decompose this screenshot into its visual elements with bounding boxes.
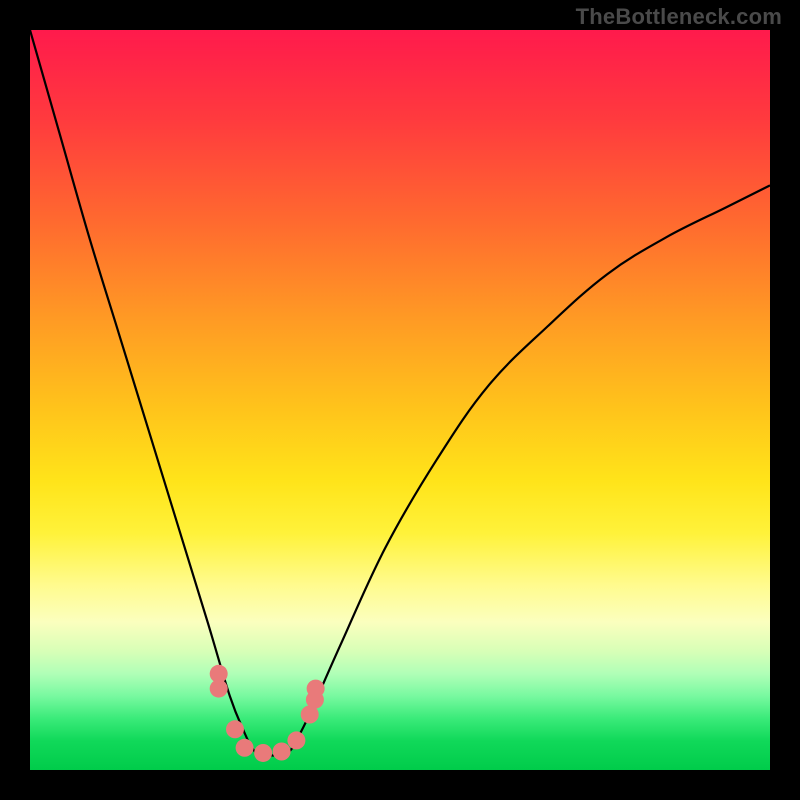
bottleneck-curve (30, 30, 770, 756)
curve-svg (30, 30, 770, 770)
data-dot (226, 720, 244, 738)
watermark-text: TheBottleneck.com (576, 4, 782, 30)
data-dot (210, 680, 228, 698)
chart-frame: TheBottleneck.com (0, 0, 800, 800)
data-dot (273, 743, 291, 761)
data-dot (307, 680, 325, 698)
data-dot (254, 744, 272, 762)
data-dot-group (210, 665, 325, 762)
plot-area (30, 30, 770, 770)
data-dot (287, 731, 305, 749)
data-dot (236, 739, 254, 757)
